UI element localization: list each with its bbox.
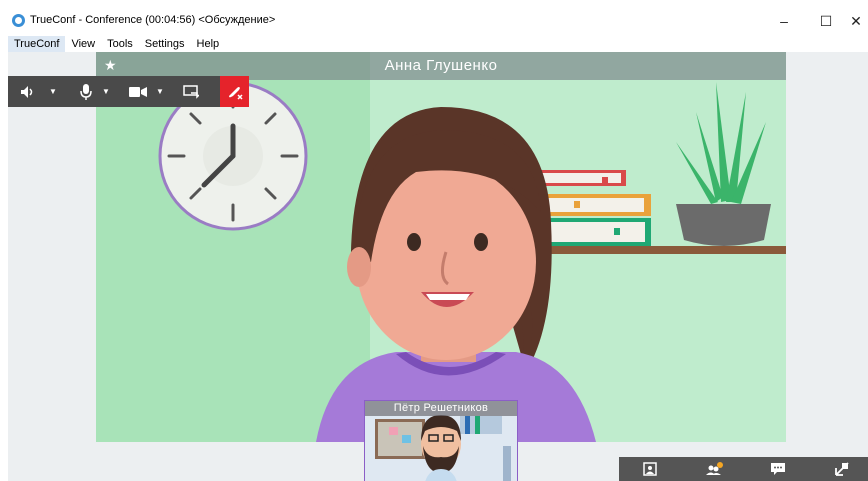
microphone-dropdown-icon[interactable]: ▼: [99, 76, 113, 107]
participant-illustration: [96, 52, 786, 442]
hangup-icon: [228, 86, 243, 100]
title-bar: TrueConf - Conference (00:04:56) <Обсужд…: [0, 0, 868, 36]
side-panel-toolbar: [619, 457, 868, 481]
expand-icon[interactable]: [827, 457, 857, 481]
participants-icon[interactable]: [699, 457, 729, 481]
menu-help[interactable]: Help: [191, 36, 226, 52]
speaker-icon[interactable]: [16, 76, 38, 107]
window-title: TrueConf - Conference (00:04:56) <Обсужд…: [30, 14, 276, 26]
close-button[interactable]: ✕: [836, 8, 868, 34]
camera-icon[interactable]: [126, 76, 150, 107]
participant-name: Анна Глушенко: [384, 57, 498, 74]
speaker-dropdown-icon[interactable]: ▼: [46, 76, 60, 107]
main-video[interactable]: [96, 52, 786, 442]
pip-participant-name: Пётр Решетников: [365, 401, 517, 416]
contacts-icon[interactable]: [635, 457, 665, 481]
microphone-icon[interactable]: [76, 76, 96, 107]
menu-tools[interactable]: Tools: [101, 36, 139, 52]
pip-video[interactable]: Пётр Решетников: [364, 400, 518, 481]
menu-settings[interactable]: Settings: [139, 36, 191, 52]
conference-area: Анна Глушенко ★ ▼ ▼ ▼ Пётр Решетников: [8, 52, 868, 481]
call-toolbar: ▼ ▼ ▼: [8, 76, 249, 107]
camera-dropdown-icon[interactable]: ▼: [153, 76, 167, 107]
chat-icon[interactable]: [763, 457, 793, 481]
star-icon[interactable]: ★: [104, 57, 117, 74]
share-screen-icon[interactable]: [180, 76, 202, 107]
minimize-button[interactable]: –: [764, 8, 804, 34]
hangup-button[interactable]: [220, 76, 249, 107]
menu-bar: TrueConf View Tools Settings Help: [8, 36, 225, 52]
menu-view[interactable]: View: [65, 36, 101, 52]
trueconf-logo-icon: [12, 14, 25, 27]
menu-trueconf[interactable]: TrueConf: [8, 36, 66, 52]
